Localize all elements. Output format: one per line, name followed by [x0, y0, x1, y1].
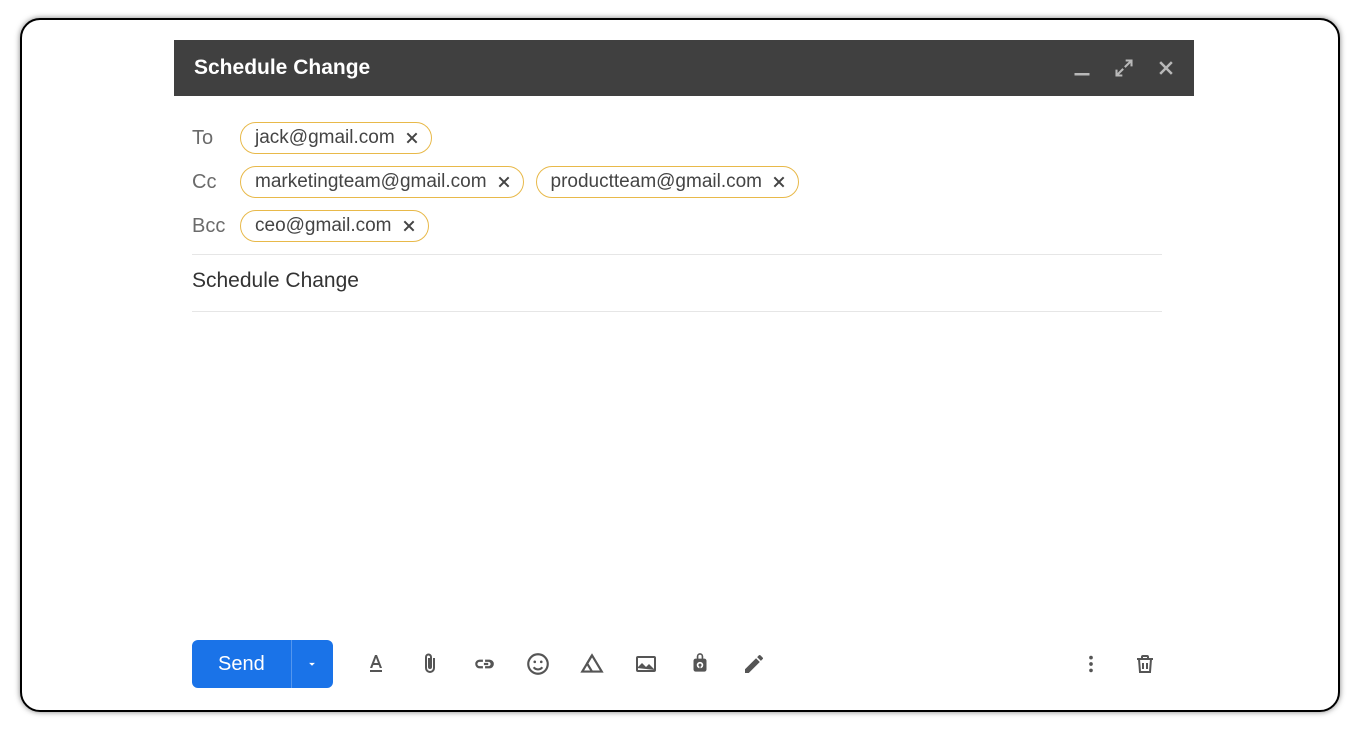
attach-file-icon[interactable]: [417, 651, 443, 677]
to-row[interactable]: To jack@gmail.com: [192, 116, 1162, 160]
format-tools: [363, 651, 767, 677]
cc-row[interactable]: Cc marketingteam@gmail.com productteam@g…: [192, 160, 1162, 204]
remove-chip-icon[interactable]: [400, 217, 418, 235]
insert-link-icon[interactable]: [471, 651, 497, 677]
pen-icon[interactable]: [741, 651, 767, 677]
drive-icon[interactable]: [579, 651, 605, 677]
send-button-group: Send: [192, 640, 333, 688]
cc-label: Cc: [192, 171, 230, 194]
chip-text: marketingteam@gmail.com: [255, 171, 487, 193]
more-options-icon[interactable]: [1078, 651, 1104, 677]
cc-chips: marketingteam@gmail.com productteam@gmai…: [240, 166, 799, 198]
compose-toolbar: Send: [192, 640, 1162, 688]
bcc-row[interactable]: Bcc ceo@gmail.com: [192, 204, 1162, 248]
to-chips: jack@gmail.com: [240, 122, 432, 154]
confidential-mode-icon[interactable]: [687, 651, 713, 677]
subject-input[interactable]: Schedule Change: [192, 255, 1162, 305]
header-controls: [1072, 58, 1176, 78]
recipient-chip[interactable]: productteam@gmail.com: [536, 166, 799, 198]
remove-chip-icon[interactable]: [403, 129, 421, 147]
chip-text: jack@gmail.com: [255, 127, 395, 149]
remove-chip-icon[interactable]: [495, 173, 513, 191]
toolbar-right: [1078, 651, 1162, 677]
insert-photo-icon[interactable]: [633, 651, 659, 677]
bcc-chips: ceo@gmail.com: [240, 210, 429, 242]
compose-title: Schedule Change: [194, 56, 1072, 80]
compose-fields: To jack@gmail.com Cc marketingteam@gmail…: [192, 116, 1162, 312]
text-format-icon[interactable]: [363, 651, 389, 677]
chip-text: productteam@gmail.com: [551, 171, 762, 193]
recipient-chip[interactable]: jack@gmail.com: [240, 122, 432, 154]
divider: [192, 311, 1162, 312]
compose-header: Schedule Change: [174, 40, 1194, 96]
expand-icon[interactable]: [1114, 58, 1134, 78]
trash-icon[interactable]: [1132, 651, 1158, 677]
emoji-icon[interactable]: [525, 651, 551, 677]
send-options-button[interactable]: [291, 640, 333, 688]
recipient-chip[interactable]: marketingteam@gmail.com: [240, 166, 524, 198]
recipient-chip[interactable]: ceo@gmail.com: [240, 210, 429, 242]
chip-text: ceo@gmail.com: [255, 215, 392, 237]
to-label: To: [192, 127, 230, 150]
send-button[interactable]: Send: [192, 640, 291, 688]
close-icon[interactable]: [1156, 58, 1176, 78]
minimize-icon[interactable]: [1072, 58, 1092, 78]
bcc-label: Bcc: [192, 215, 230, 238]
remove-chip-icon[interactable]: [770, 173, 788, 191]
compose-window: Schedule Change To jack@gmail.com: [20, 18, 1340, 712]
